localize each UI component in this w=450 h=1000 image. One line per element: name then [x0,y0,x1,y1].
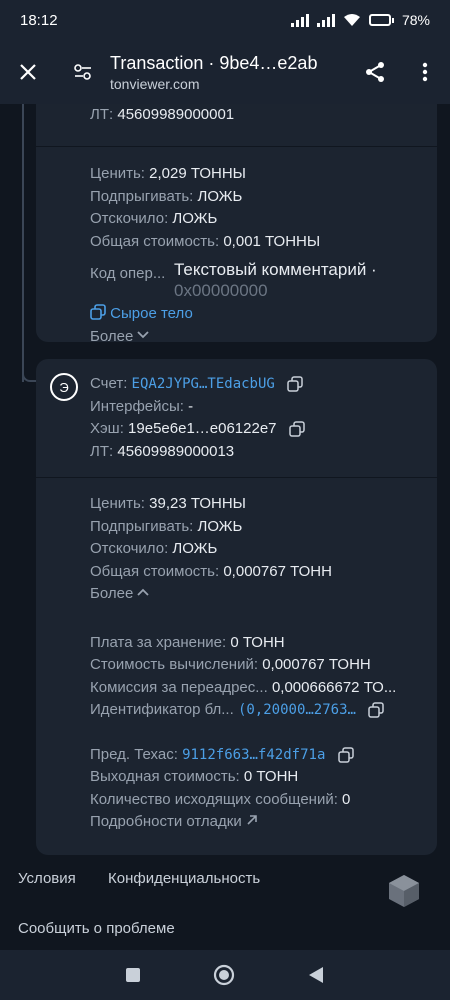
signal-icon-2 [316,13,335,27]
more-menu-button[interactable] [400,62,450,82]
raw-body-link[interactable]: Сырое тело [90,303,437,326]
out-value-label: Выходная стоимость: [90,768,240,785]
raw-body-label: Сырое тело [110,305,193,322]
value: 39,23 ТОННЫ [149,495,246,512]
back-button[interactable] [308,966,324,984]
value: 2,029 ТОННЫ [149,165,246,182]
total-cost-label: Общая стоимость: [90,562,220,580]
copy-account-icon[interactable] [287,376,303,392]
prev-tx-link[interactable]: 9112f663…f42df71a [182,747,325,763]
terms-link[interactable]: Условия [18,870,76,887]
more-toggle[interactable]: Более [90,326,437,343]
bounced-value: ЛОЖЬ [172,540,218,557]
bounce-label: Подпрыгивать: [90,517,194,535]
copy-prev-tx-icon[interactable] [337,746,354,763]
debug-details-label: Подробности отладки [90,813,242,830]
value-label: Ценить: [90,495,145,512]
bounce-value: ЛОЖЬ [197,187,243,205]
debug-details-link[interactable]: Подробности отладки [90,811,437,834]
bounced-label: Отскочило: [90,210,169,227]
lt-value: 45609989000001 [117,106,235,123]
app-bar: Transaction · 9be4…e2ab tonviewer.com [0,40,450,104]
chevron-down-icon [137,330,150,338]
block-id-label: Идентификатор бл... [90,701,234,718]
more-vert-icon [422,62,428,82]
prev-tx-label: Пред. Техас: [90,745,178,763]
block-id-link[interactable]: (0,20000…2763… [238,702,356,718]
chevron-up-icon [137,588,150,596]
forward-fee-value: 0,000666672 ТО... [271,678,397,696]
status-icons: 78% [290,12,430,28]
interfaces-label: Интерфейсы: [90,397,184,415]
total-cost-value: 0,000767 ТОНН [223,562,332,580]
close-button[interactable] [0,63,56,81]
arrow-up-right-icon [247,815,257,825]
more-label: Более [90,585,134,602]
total-cost-label: Общая стоимость: [90,232,220,250]
lt-value: 45609989000013 [117,442,235,460]
opcode-hex: 0x00000000 [174,281,268,300]
battery-percent: 78% [401,12,430,28]
out-value: 0 ТОНН [243,768,299,785]
report-problem-link[interactable]: Сообщить о проблеме [18,920,175,937]
storage-fee-value: 0 ТОНН [230,633,285,651]
page-title: Transaction · 9be4…e2ab [110,52,318,73]
account-avatar: Э [50,373,78,401]
privacy-link[interactable]: Конфиденциальность [108,870,260,887]
bounce-label: Подпрыгивать: [90,187,194,205]
share-button[interactable] [350,61,400,83]
hash-label: Хэш: [90,420,124,437]
wifi-icon [343,14,360,26]
page-content: ЛТ: 45609989000001 Ценить: 2,029 ТОННЫ П… [0,104,450,960]
signal-icon [290,13,309,27]
share-icon [366,62,384,82]
account-link[interactable]: EQA2JYPG…TEdacbUG [132,376,275,392]
out-msgs-value: 0 [342,790,351,808]
more-label: Более [90,327,134,343]
bounce-value: ЛОЖЬ [197,517,243,535]
compute-fee-value: 0,000767 ТОНН [262,656,371,673]
site-settings-button[interactable] [56,63,110,81]
less-toggle[interactable]: Более [90,583,437,606]
status-time: 18:12 [20,11,58,29]
interfaces-value: - [188,397,194,415]
footer: Условия Конфиденциальность Сообщить о пр… [0,860,450,960]
close-icon [20,64,36,80]
message-card-2: Э Счет: EQA2JYPG…TEdacbUG Интерфейсы: - … [36,359,437,855]
copy-block-icon[interactable] [368,702,384,718]
header-titles: Transaction · 9be4…e2ab tonviewer.com [110,53,350,92]
opcode-label: Код опер... [90,265,166,282]
total-cost-value: 0,001 ТОННЫ [223,232,321,250]
storage-fee-label: Плата за хранение: [90,633,227,651]
out-msgs-label: Количество исходящих сообщений: [90,790,338,808]
bounced-value: ЛОЖЬ [172,210,218,227]
account-label: Счет: [90,375,128,392]
status-bar: 18:12 78% [0,0,450,40]
value-label: Ценить: [90,165,145,182]
system-nav-bar [0,950,450,1000]
tune-icon [74,64,91,80]
lt-label: ЛТ: [90,442,114,460]
message-card-1: ЛТ: 45609989000001 Ценить: 2,029 ТОННЫ П… [36,104,437,342]
opcode-text: Текстовый комментарий · [174,260,377,279]
copy-hash-icon[interactable] [288,421,305,437]
lt-label: ЛТ: [90,106,114,123]
ton-cube-logo [389,875,419,907]
compute-fee-label: Стоимость вычислений: [90,656,259,673]
recents-button[interactable] [126,968,141,982]
battery-icon [368,14,394,26]
hash-value: 19e5e6e1…e06122e7 [128,420,277,437]
page-url: tonviewer.com [110,75,200,92]
tree-connector [22,104,24,382]
home-button[interactable] [213,964,235,986]
copy-icon [90,304,106,320]
forward-fee-label: Комиссия за переадрес... [90,678,268,696]
bounced-label: Отскочило: [90,540,169,557]
